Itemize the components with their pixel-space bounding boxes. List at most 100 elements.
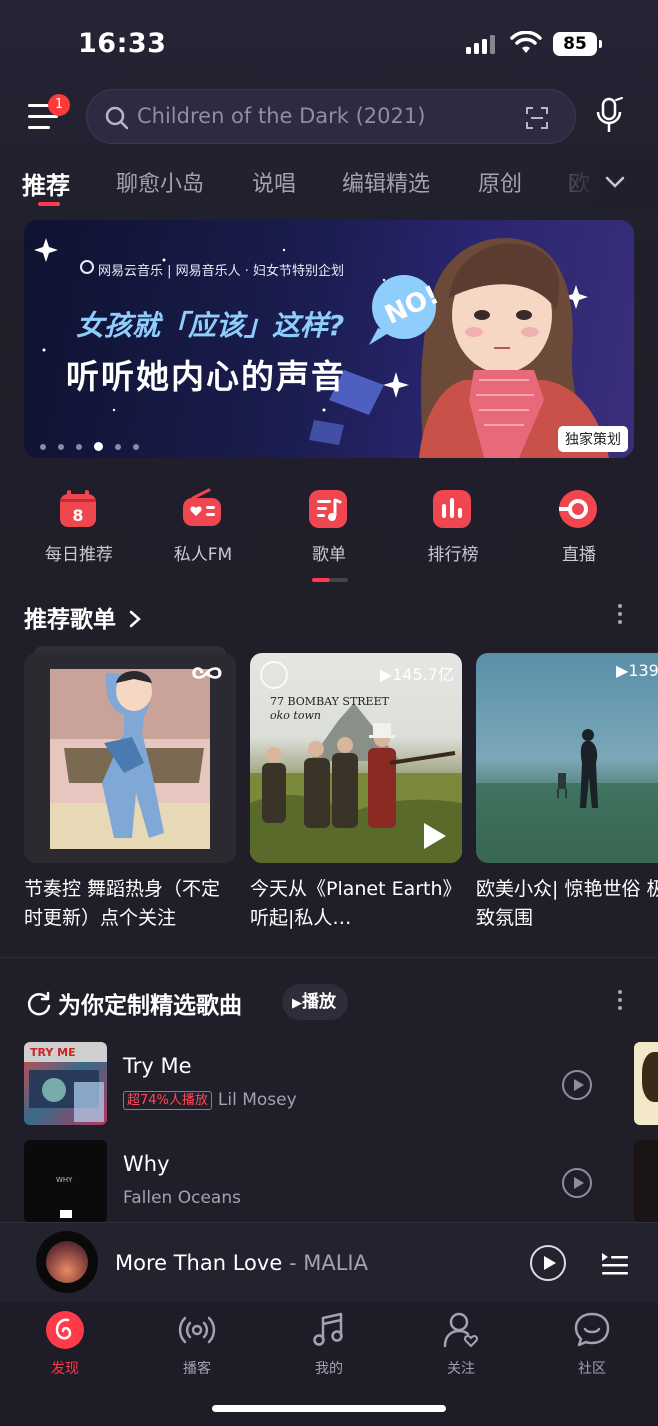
search-icon [105,106,129,130]
playlists-more-button[interactable] [610,600,630,630]
microphone-icon[interactable] [594,96,626,138]
live-label: 直播 [562,545,596,565]
tab-healing-island[interactable]: 聊愈小岛 [116,166,204,198]
song-cover: WHY [24,1140,107,1223]
promo-banner[interactable]: NO! 网易云音乐 | 网易音乐人 · 妇女节特别企划 女孩就「应该」这样? 听… [24,220,634,458]
search-bar[interactable]: Children of the Dark (2021) [86,89,576,144]
live-entry[interactable]: 直播 [524,480,634,580]
category-tabs: 推荐 聊愈小岛 说唱 编辑精选 原创 欧 [0,160,658,210]
song-cover: TRY ME [24,1042,107,1125]
song-row[interactable]: TRY ME Try Me 超74%人播放 Lil Mosey [24,1042,624,1126]
song-play-button[interactable] [562,1070,592,1100]
calendar-icon: 8 [60,490,96,527]
banner-subheadline: 听听她内心的声音 [66,357,346,396]
page-dot[interactable] [115,443,121,450]
app-screen: { "status_bar": {"time": "16:33", "batte… [0,0,658,1426]
songs-more-button[interactable] [610,986,630,1016]
popularity-tag: 超74%人播放 [123,1090,212,1110]
playlist-entry[interactable]: 歌单 [274,480,384,580]
page-dot[interactable] [76,443,82,450]
song-row[interactable]: WHY Why Fallen Oceans [24,1140,624,1224]
play-icon[interactable] [420,821,448,851]
mini-player[interactable]: More Than Love - MALIA [0,1222,658,1302]
playlist-cover [24,653,236,863]
playlist-label: 歌单 [312,545,346,565]
chevron-right-icon [129,610,141,628]
queue-list-icon[interactable] [600,1249,628,1277]
svg-text:8: 8 [72,506,83,525]
dance-cover-art [50,669,210,849]
recommended-playlists-title[interactable]: 推荐歌单 [24,600,142,634]
live-icon [559,490,597,528]
page-dot[interactable] [40,443,46,450]
tab-editor-picks[interactable]: 编辑精选 [342,166,430,198]
banner-brand-line: 网易云音乐 | 网易音乐人 · 妇女节特别企划 [98,264,345,279]
infinity-loop-icon [192,667,222,679]
chevron-down-icon[interactable] [604,174,626,190]
status-bar: 16:33 85 [0,0,658,88]
page-dot[interactable] [58,443,64,450]
next-page-cover[interactable] [634,1140,658,1223]
tab-active-indicator [38,202,60,206]
now-playing-title: More Than Love [115,1251,283,1275]
now-playing-artist: MALIA [303,1251,368,1275]
now-playing-text: More Than Love - MALIA [115,1251,368,1275]
page-dot-active[interactable] [94,442,103,451]
now-playing-cover [36,1231,98,1293]
battery-indicator: 85 [553,32,602,56]
tab-rap[interactable]: 说唱 [252,166,296,198]
nav-follow[interactable]: 关注 [416,1310,506,1390]
playlist-title: 今天从《Planet Earth》听起|私人… [250,878,462,929]
section-divider [0,957,658,958]
play-count: ▶145.7亿 [379,665,454,684]
private-fm-label: 私人FM [173,545,233,565]
nav-podcast-label: 播客 [183,1361,211,1377]
song-artist: Lil Mosey [217,1090,297,1110]
next-page-cover[interactable] [634,1042,658,1125]
tab-recommend[interactable]: 推荐 [22,166,70,201]
playlist-title: 欧美小众| 惊艳世俗 极致氛围 [476,878,658,929]
status-time: 16:33 [78,28,167,59]
banner-tag: 独家策划 [558,426,628,452]
svg-text:TRY ME: TRY ME [30,1046,76,1059]
nav-discover[interactable]: 发现 [20,1310,110,1390]
discover-icon [46,1311,84,1349]
playlist-cover: ▶139 [476,653,658,863]
song-title: Try Me [123,1054,192,1078]
daily-recommend-entry[interactable]: 8 每日推荐 [24,480,134,580]
play-all-button[interactable]: ▶播放 [282,984,348,1020]
advisory-label [60,1210,72,1218]
song-title: Why [123,1152,170,1176]
community-icon [574,1312,610,1347]
refresh-icon[interactable] [26,991,52,1017]
nav-mine-label: 我的 [315,1361,343,1377]
banner-pagination [40,436,151,451]
daily-recommend-label: 每日推荐 [45,545,113,565]
mini-play-button[interactable] [530,1245,566,1281]
misty-field-art [476,729,658,863]
playlist-icon [309,490,347,528]
cover-band-name: 77 BOMBAY STREET [270,695,389,708]
play-count: ▶139 [616,661,658,680]
quick-entry-scroll-indicator [312,578,348,582]
nav-podcast[interactable]: 播客 [152,1310,242,1390]
page-dot[interactable] [133,443,139,450]
banner-headline: 女孩就「应该」这样? [76,309,345,342]
scan-icon[interactable] [525,106,549,130]
nav-mine[interactable]: 我的 [284,1310,374,1390]
nav-discover-label: 发现 [51,1361,79,1377]
cellular-signal-icon [466,35,495,54]
radio-icon [183,488,221,526]
music-note-icon [313,1312,343,1346]
follow-icon [443,1312,479,1348]
home-indicator[interactable] [212,1405,446,1412]
netease-logo-icon [80,260,94,274]
wifi-icon [510,31,542,53]
podcast-icon [178,1316,216,1344]
nav-community[interactable]: 社区 [547,1310,637,1390]
song-play-button[interactable] [562,1168,592,1198]
charts-entry[interactable]: 排行榜 [398,480,508,580]
custom-songs-title: 为你定制精选歌曲 [26,986,242,1020]
private-fm-entry[interactable]: 私人FM [148,480,258,580]
tab-original[interactable]: 原创 [478,166,522,198]
